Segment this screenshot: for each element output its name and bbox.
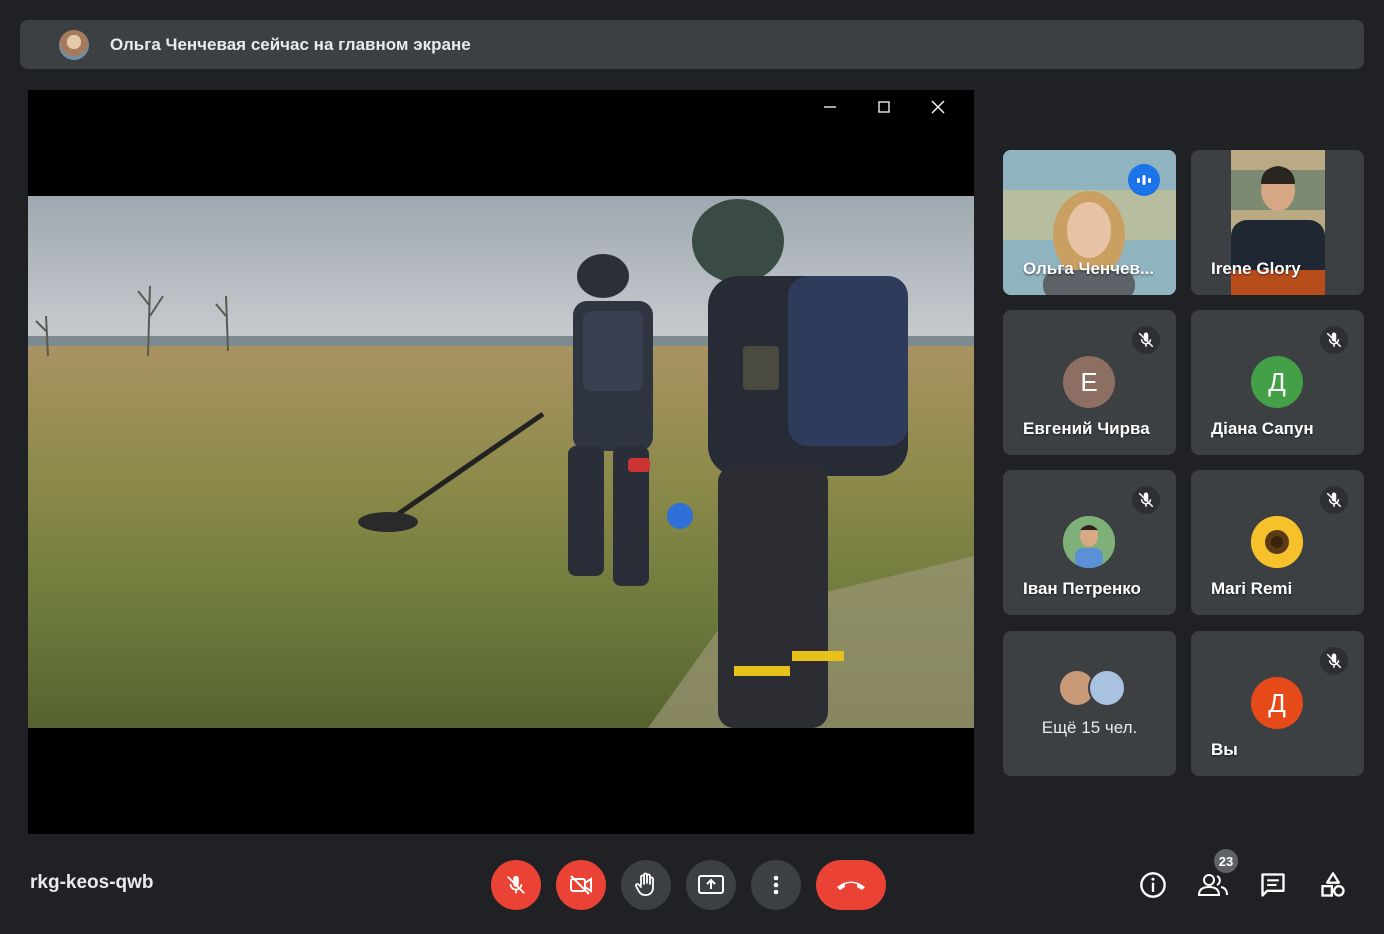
end-call-icon xyxy=(837,881,865,890)
activities-button[interactable] xyxy=(1318,870,1348,900)
raise-hand-button[interactable] xyxy=(621,860,671,910)
participant-tile-evgeniy[interactable]: Е Евгений Чирва xyxy=(1003,310,1176,455)
participant-avatar-small xyxy=(1088,669,1126,707)
participant-name: Ольга Ченчев... xyxy=(1023,259,1155,278)
participant-avatar: Е xyxy=(1063,356,1115,408)
people-button[interactable] xyxy=(1198,870,1228,900)
participant-tile-mari[interactable]: Mari Remi xyxy=(1191,470,1364,615)
main-stage xyxy=(28,90,974,834)
mic-off-icon xyxy=(1320,326,1348,354)
participant-name: Іван Петренко xyxy=(1023,579,1141,598)
sunflower-avatar xyxy=(1251,516,1303,568)
participant-photo-avatar xyxy=(1063,516,1115,568)
participant-avatar: Д xyxy=(1251,677,1303,729)
participant-tile-ivan[interactable]: Іван Петренко xyxy=(1003,470,1176,615)
participant-tile-diana[interactable]: Д Діана Сапун xyxy=(1191,310,1364,455)
mic-toggle-button[interactable] xyxy=(491,860,541,910)
participant-name: Евгений Чирва xyxy=(1023,419,1150,438)
presenting-banner: Ольга Ченчевая сейчас на главном экране xyxy=(20,20,1364,69)
info-icon xyxy=(1140,872,1166,898)
people-count-badge: 23 xyxy=(1214,849,1238,873)
participant-tile-olga[interactable]: Ольга Ченчев... xyxy=(1003,150,1176,295)
camera-off-icon xyxy=(570,875,592,895)
meeting-code: rkg-keos-qwb xyxy=(30,872,154,893)
mic-off-icon xyxy=(1132,326,1160,354)
raise-hand-icon xyxy=(635,872,654,896)
speaking-indicator-icon xyxy=(1128,164,1160,196)
mic-off-icon xyxy=(1320,647,1348,675)
end-call-button[interactable] xyxy=(816,860,886,910)
activities-icon xyxy=(1321,872,1345,897)
participant-tile-self[interactable]: Д Вы xyxy=(1191,631,1364,776)
minimize-icon[interactable] xyxy=(814,96,846,118)
present-icon xyxy=(698,875,724,894)
meeting-details-button[interactable] xyxy=(1138,870,1168,900)
participant-tile-irene[interactable]: Irene Glory xyxy=(1191,150,1364,295)
camera-toggle-button[interactable] xyxy=(556,860,606,910)
field-scene-image xyxy=(28,196,974,728)
presenting-text: Ольга Ченчевая сейчас на главном экране xyxy=(110,34,471,54)
more-participants-label: Ещё 15 чел. xyxy=(1041,718,1138,737)
present-button[interactable] xyxy=(686,860,736,910)
participant-name: Irene Glory xyxy=(1211,259,1301,278)
participant-avatar: Д xyxy=(1251,356,1303,408)
presenter-avatar xyxy=(59,29,89,60)
shared-video xyxy=(28,196,974,728)
more-participants-tile[interactable]: Ещё 15 чел. xyxy=(1003,631,1176,776)
more-icon xyxy=(773,875,779,895)
window-controls xyxy=(814,96,954,118)
maximize-icon[interactable] xyxy=(868,96,900,118)
chat-icon xyxy=(1261,873,1285,897)
close-icon[interactable] xyxy=(922,96,954,118)
mic-off-icon xyxy=(1320,486,1348,514)
mic-off-icon xyxy=(507,875,525,894)
people-icon xyxy=(1198,874,1228,896)
mic-off-icon xyxy=(1132,486,1160,514)
participant-name: Mari Remi xyxy=(1211,579,1293,598)
more-options-button[interactable] xyxy=(751,860,801,910)
chat-button[interactable] xyxy=(1258,870,1288,900)
participant-name: Діана Сапун xyxy=(1211,419,1314,438)
participant-name: Вы xyxy=(1211,740,1238,759)
